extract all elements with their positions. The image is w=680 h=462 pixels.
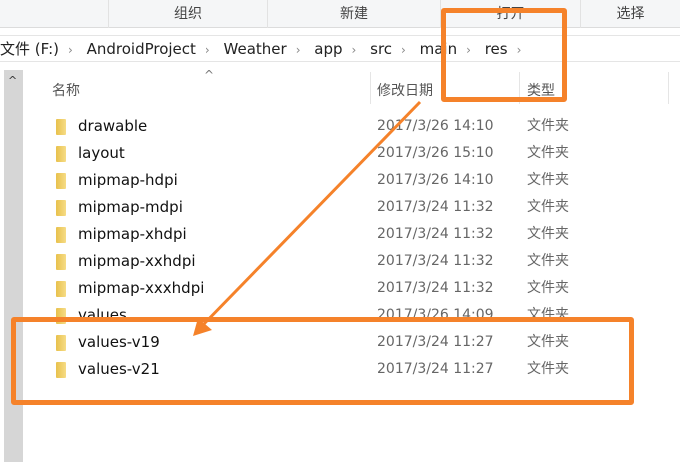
annotation-arrow bbox=[193, 100, 422, 336]
